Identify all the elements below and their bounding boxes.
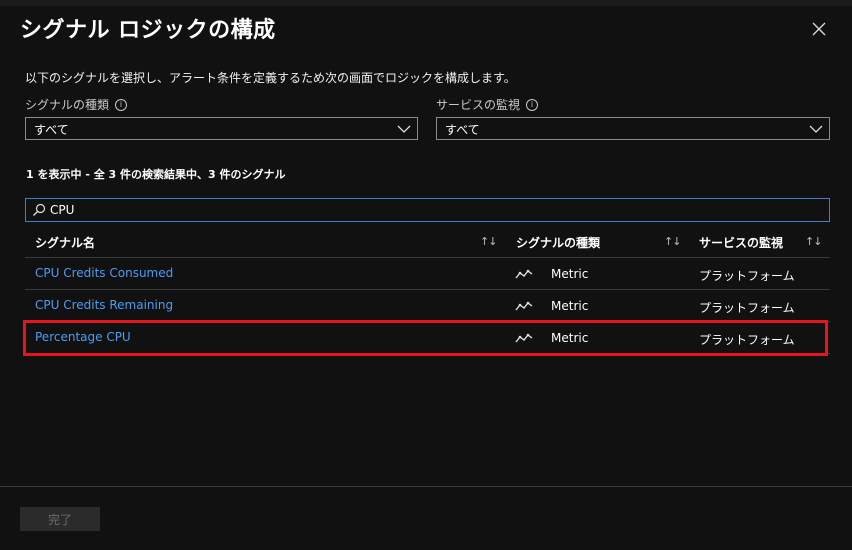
panel-title: シグナル ロジックの構成	[20, 18, 276, 43]
signal-name-link[interactable]: CPU Credits Consumed	[35, 266, 173, 280]
search-box[interactable]	[25, 198, 830, 222]
signal-type-value: すべて	[34, 123, 69, 137]
panel-description: 以下のシグナルを選択し、アラート条件を定義するため次の画面でロジックを構成します…	[25, 71, 516, 85]
info-icon[interactable]: i	[115, 98, 128, 111]
signal-type: Metric	[551, 331, 589, 345]
table-row[interactable]: CPU Credits Remaining Metric プラットフォーム	[25, 290, 830, 322]
table-row[interactable]: CPU Credits Consumed Metric プラットフォーム	[25, 258, 830, 290]
sort-signal-name-icon[interactable]: ↑↓	[480, 235, 497, 248]
signal-type: Metric	[551, 267, 589, 281]
table-header: シグナル名 ↑↓ シグナルの種類 ↑↓ サービスの監視 ↑↓	[25, 226, 830, 258]
service-value: プラットフォーム	[699, 269, 795, 283]
results-summary: 1 を表示中 - 全 3 件の検索結果中、3 件のシグナル	[26, 168, 286, 181]
column-signal-name[interactable]: シグナル名	[35, 234, 95, 251]
close-icon[interactable]	[807, 17, 831, 41]
search-input[interactable]	[50, 201, 810, 219]
signal-type-label: シグナルの種類 i	[25, 96, 128, 113]
footer-divider	[0, 486, 852, 487]
metric-line-icon	[515, 269, 533, 279]
service-value: すべて	[445, 123, 480, 137]
done-button[interactable]: 完了	[20, 507, 100, 531]
column-service[interactable]: サービスの監視	[699, 234, 783, 251]
service-dropdown[interactable]: すべて	[436, 117, 830, 140]
signal-type: Metric	[551, 299, 589, 313]
chevron-down-icon	[397, 125, 411, 133]
signal-name-link[interactable]: CPU Credits Remaining	[35, 298, 173, 312]
metric-line-icon	[515, 333, 533, 343]
service-label: サービスの監視 i	[436, 96, 539, 113]
service-value: プラットフォーム	[699, 333, 795, 347]
metric-line-icon	[515, 301, 533, 311]
service-value: プラットフォーム	[699, 301, 795, 315]
chevron-down-icon	[809, 125, 823, 133]
column-signal-type[interactable]: シグナルの種類	[516, 234, 600, 251]
service-label-text: サービスの監視	[436, 98, 521, 112]
table-row[interactable]: Percentage CPU Metric プラットフォーム	[25, 322, 830, 354]
signal-type-dropdown[interactable]: すべて	[25, 117, 418, 140]
sort-service-icon[interactable]: ↑↓	[805, 235, 822, 248]
sort-signal-type-icon[interactable]: ↑↓	[664, 235, 681, 248]
info-icon[interactable]: i	[526, 98, 539, 111]
signal-name-link[interactable]: Percentage CPU	[35, 330, 131, 344]
search-icon	[33, 203, 46, 216]
signal-type-label-text: シグナルの種類	[25, 98, 110, 112]
top-strip	[0, 0, 852, 6]
